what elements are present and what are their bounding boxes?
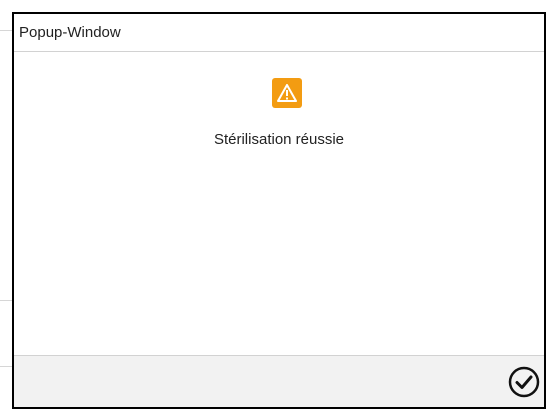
background-divider <box>0 366 12 367</box>
warning-icon <box>272 78 302 108</box>
popup-title: Popup-Window <box>19 24 121 41</box>
popup-footer <box>14 355 544 407</box>
popup-message: Stérilisation réussie <box>213 131 345 148</box>
screen: Popup-Window Stérilisation réussie <box>0 0 549 414</box>
confirm-button[interactable] <box>506 364 542 400</box>
popup-header: Popup-Window <box>14 14 544 52</box>
checkmark-circle-icon <box>508 366 540 398</box>
background-divider <box>0 30 12 31</box>
background-divider <box>0 300 12 301</box>
popup-window: Popup-Window Stérilisation réussie <box>12 12 546 409</box>
popup-body: Stérilisation réussie <box>14 52 544 356</box>
